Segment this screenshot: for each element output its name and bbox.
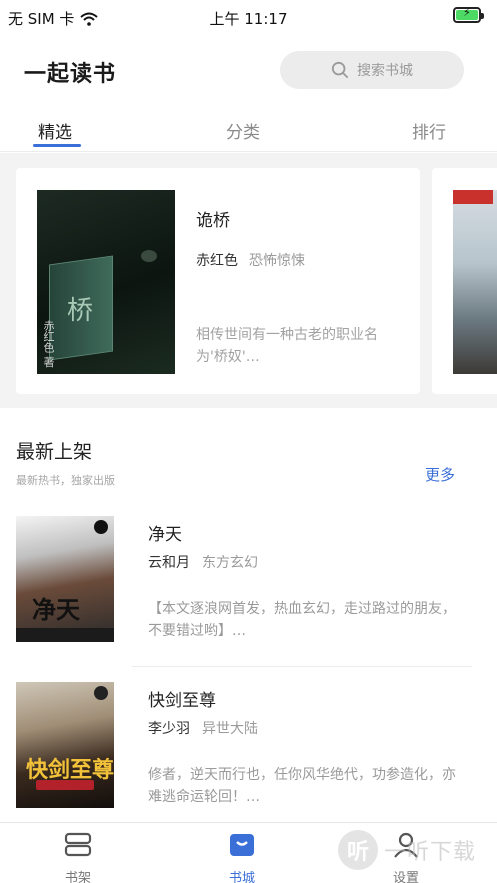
search-icon <box>331 61 349 79</box>
nav-label: 书城 <box>228 871 255 883</box>
book-list-item[interactable]: 净天 净天 云和月 东方玄幻 【本文逐浪网首发，热血玄幻，走过路过的朋友，不要错… <box>16 516 472 666</box>
tab-ranking[interactable]: 排行 <box>412 118 446 143</box>
watermark: 听 一听下载 <box>338 830 476 870</box>
cover-title: 净天 <box>32 595 80 624</box>
book-genre: 恐怖惊悚 <box>249 253 305 269</box>
book-cover: 净天 <box>16 516 114 642</box>
book-title: 净天 <box>148 525 182 545</box>
nav-bookshelf[interactable]: 书架 <box>33 823 123 883</box>
nav-bookstore[interactable]: 书城 <box>197 823 287 883</box>
book-description: 修者，逆天而行也，任你风华绝代，功参造化，亦难逃命运轮回！… <box>148 767 456 805</box>
battery-icon: ⚡ <box>453 6 484 23</box>
bookshelf-icon <box>64 832 92 857</box>
cover-author: 赤红色 著 <box>42 320 55 368</box>
cover-title: 桥 <box>67 296 94 326</box>
book-author: 赤红色 <box>196 253 238 269</box>
featured-book-card[interactable]: 桥 赤红色 著 诡桥 赤红色 恐怖惊悚 相传世间有一种古老的职业名为'桥奴'… <box>16 168 420 394</box>
watermark-text: 一听下载 <box>384 840 477 865</box>
book-author: 李少羽 <box>148 721 190 737</box>
search-input[interactable]: 搜索书城 <box>280 51 464 89</box>
more-link[interactable]: 更多 <box>425 464 455 485</box>
book-description: 相传世间有一种古老的职业名为'桥奴'… <box>196 327 378 365</box>
app-header: 一起读书 搜索书城 <box>0 34 497 106</box>
featured-book-card-next[interactable] <box>432 168 497 394</box>
search-placeholder: 搜索书城 <box>357 63 413 79</box>
status-bar: 无 SIM 卡 上午 11:17 ⚡ <box>0 0 497 34</box>
bookstore-icon <box>230 834 254 856</box>
book-cover <box>453 190 497 374</box>
tab-indicator <box>33 144 81 147</box>
divider <box>132 666 472 667</box>
tab-bar: 精选 分类 排行 <box>0 106 497 152</box>
section-subtitle: 最新热书，独家出版 <box>16 474 115 487</box>
book-list-item[interactable]: 快剑至尊 快剑至尊 李少羽 异世大陆 修者，逆天而行也，任你风华绝代，功参造化，… <box>16 682 472 832</box>
book-author: 云和月 <box>148 555 190 571</box>
book-genre: 东方玄幻 <box>202 555 258 571</box>
book-genre: 异世大陆 <box>202 721 258 737</box>
book-title: 快剑至尊 <box>148 691 216 711</box>
tab-categories[interactable]: 分类 <box>226 118 260 143</box>
app-title: 一起读书 <box>24 62 117 87</box>
book-title: 诡桥 <box>196 211 230 231</box>
book-cover: 快剑至尊 <box>16 682 114 808</box>
book-cover: 桥 赤红色 著 <box>37 190 175 374</box>
section-title: 最新上架 <box>16 441 93 463</box>
tab-featured[interactable]: 精选 <box>38 118 72 143</box>
book-description: 【本文逐浪网首发，热血玄幻，走过路过的朋友，不要错过哟】… <box>148 601 456 639</box>
watermark-logo: 听 <box>338 830 378 870</box>
status-time: 上午 11:17 <box>209 10 288 28</box>
featured-carousel[interactable]: 桥 赤红色 著 诡桥 赤红色 恐怖惊悚 相传世间有一种古老的职业名为'桥奴'… <box>0 153 497 408</box>
nav-label: 书架 <box>64 871 91 883</box>
